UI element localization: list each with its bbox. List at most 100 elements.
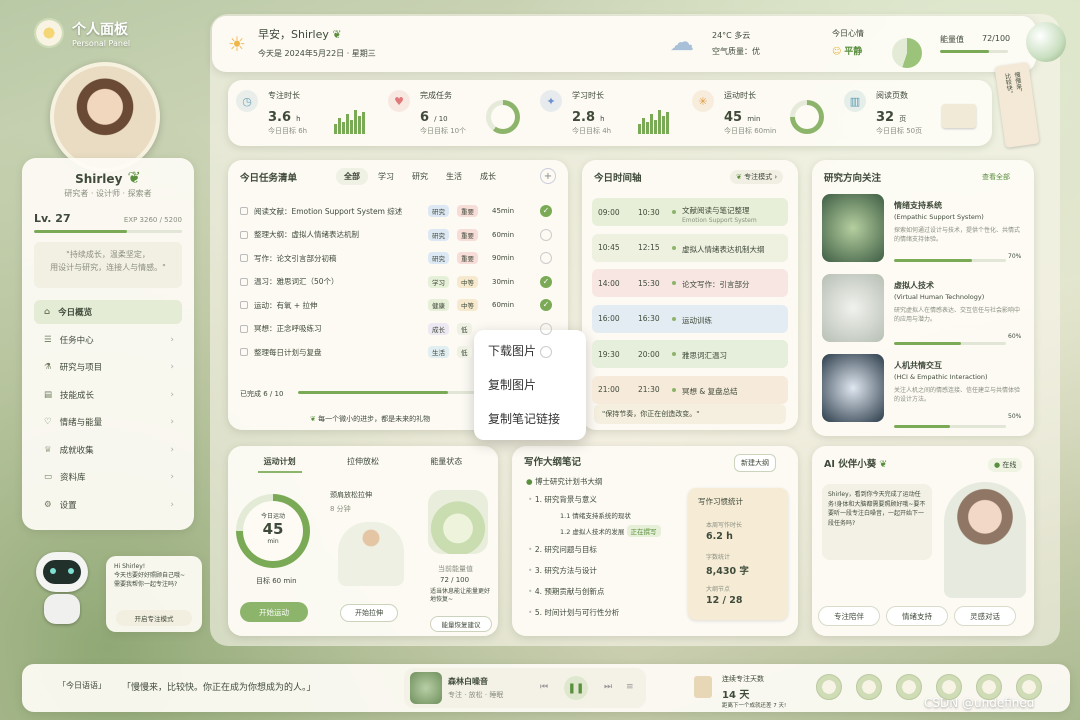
focus-mode-chip[interactable]: ❦ 专注模式 › xyxy=(730,170,784,184)
timeline-start: 21:00 xyxy=(598,385,620,394)
checkbox[interactable] xyxy=(240,254,248,262)
robot[interactable] xyxy=(30,548,94,628)
energy-advice-button[interactable]: 能量恢复建议 xyxy=(430,616,492,632)
achievement-badge[interactable] xyxy=(936,674,962,700)
task-row[interactable]: 温习：雅思词汇（50个） 学习 中等 30min ✓ xyxy=(240,271,558,293)
sidebar-item-label: 技能成长 xyxy=(60,390,95,401)
outline-subitem[interactable]: 1.1 情绪支持系统的现状 xyxy=(560,510,631,520)
research-en: (Virtual Human Technology) xyxy=(894,293,985,301)
sidebar-item-0[interactable]: ⌂ 今日概览 xyxy=(34,300,182,324)
achievement-badge[interactable] xyxy=(816,674,842,700)
task-row[interactable]: 阅读文献：Emotion Support System 综述 研究 重要 45m… xyxy=(240,200,558,222)
context-menu-item-0[interactable]: 下载图片 xyxy=(488,342,536,359)
ai-button-2[interactable]: 灵感对话 xyxy=(954,606,1016,626)
playlist-icon[interactable]: ≡ xyxy=(626,682,634,692)
context-menu-item-2[interactable]: 复制笔记链接 xyxy=(488,410,560,427)
start-stretch-button[interactable]: 开始拉伸 xyxy=(340,604,398,622)
tab-2[interactable]: 研究 xyxy=(404,168,436,185)
task-level: 重要 xyxy=(457,205,478,217)
sidebar-item-6[interactable]: ▭ 资料库 › xyxy=(34,465,182,489)
outline-item[interactable]: • 2. 研究问题与目标 xyxy=(528,544,597,555)
achievement-badge[interactable] xyxy=(976,674,1002,700)
trophy-icon: ♕ xyxy=(44,444,52,455)
sidebar-item-5[interactable]: ♕ 成就收集 › xyxy=(34,438,182,462)
tab-3[interactable]: 生活 xyxy=(438,168,470,185)
exp-text: EXP 3260 / 5200 xyxy=(123,216,182,224)
stat-goal: 今日目标 10个 xyxy=(420,127,467,135)
new-outline-button[interactable]: 新建大纲 xyxy=(734,454,776,472)
timeline-item[interactable]: 21:00 21:30 冥想 & 复盘总结 xyxy=(592,375,788,404)
achievement-badge[interactable] xyxy=(896,674,922,700)
ai-avatar[interactable] xyxy=(944,482,1026,598)
tab-1[interactable]: 学习 xyxy=(370,168,402,185)
avatar[interactable] xyxy=(50,62,160,172)
tab-4[interactable]: 成长 xyxy=(472,168,504,185)
empty-circle-icon[interactable] xyxy=(540,346,552,358)
checkbox[interactable] xyxy=(240,277,248,286)
research-title: 情绪支持系统 xyxy=(894,201,942,210)
outline-item[interactable]: • 4. 预期贡献与创新点 xyxy=(528,586,604,597)
checkbox[interactable] xyxy=(240,348,248,356)
timeline-item[interactable]: 09:00 10:30 文献阅读与笔记整理 Emotion Support Sy… xyxy=(592,198,788,226)
add-task-button[interactable]: + xyxy=(540,168,556,184)
research-thumbnail[interactable] xyxy=(822,354,884,422)
exercise-tab-1[interactable]: 拉伸放松 xyxy=(341,452,385,473)
exercise-tab-0[interactable]: 运动计划 xyxy=(257,452,302,473)
start-exercise-button[interactable]: 开始运动 xyxy=(240,602,308,622)
timeline-item[interactable]: 14:00 15:30 论文写作：引言部分 xyxy=(592,269,788,297)
achievement-badge[interactable] xyxy=(856,674,882,700)
timeline-item[interactable]: 19:30 20:00 雅思词汇温习 xyxy=(592,340,788,368)
task-row[interactable]: 写作：论文引言部分初稿 研究 重要 90min xyxy=(240,247,558,269)
check-circle-icon[interactable]: ✓ xyxy=(540,299,552,311)
leaf-icon: ❦ xyxy=(736,173,742,181)
logo: 个人面板 Personal Panel xyxy=(34,18,130,48)
research-thumbnail[interactable] xyxy=(822,194,884,262)
ai-button-0[interactable]: 专注陪伴 xyxy=(818,606,880,626)
task-row[interactable]: 整理大纲：虚拟人情绪表达机制 研究 重要 60min xyxy=(240,224,558,246)
checkbox[interactable] xyxy=(240,301,248,309)
mood-label: 今日心情 xyxy=(832,29,864,38)
focus-mode-button[interactable]: 开启专注模式 xyxy=(116,610,192,626)
sidebar-item-7[interactable]: ⚙ 设置 › xyxy=(34,493,182,517)
stat-bar xyxy=(650,114,653,134)
research-more-link[interactable]: 查看全部 xyxy=(982,172,1010,182)
music-sub: 专注 · 放松 · 睡眠 xyxy=(448,691,504,699)
sidebar-item-2[interactable]: ⚗ 研究与项目 › xyxy=(34,355,182,379)
outline-item[interactable]: • 3. 研究方法与设计 xyxy=(528,565,597,576)
pause-button[interactable]: ❚❚ xyxy=(564,676,588,700)
check-circle-icon[interactable]: ✓ xyxy=(540,205,552,217)
outline-item[interactable]: • 5. 时间计划与可行性分析 xyxy=(528,607,619,618)
home-icon: ⌂ xyxy=(44,307,51,317)
checkbox[interactable] xyxy=(240,324,248,333)
task-row[interactable]: 冥想：正念呼吸练习 成长 低 xyxy=(240,318,558,340)
checkbox[interactable] xyxy=(240,207,248,215)
checkbox[interactable] xyxy=(240,230,248,239)
timeline-sub: Emotion Support System xyxy=(682,217,757,224)
research-en: (Empathic Support System) xyxy=(894,213,984,221)
timeline-item[interactable]: 10:45 12:15 虚拟人情绪表达机制大纲 xyxy=(592,233,788,262)
previous-icon[interactable]: ⏮ xyxy=(540,682,548,692)
task-row[interactable]: 运动：有氧 + 拉伸 健康 中等 60min ✓ xyxy=(240,294,558,316)
research-title: 虚拟人技术 xyxy=(894,281,934,290)
check-circle-icon[interactable]: ✓ xyxy=(540,275,552,288)
stat-goal: 今日目标 4h xyxy=(572,127,612,135)
context-menu-item-1[interactable]: 复制图片 xyxy=(488,376,536,393)
outline-item[interactable]: • 1. 研究背景与意义 xyxy=(528,494,597,505)
empty-circle-icon[interactable] xyxy=(540,322,552,335)
ai-button-1[interactable]: 情绪支持 xyxy=(886,606,948,626)
sidebar-item-4[interactable]: ♡ 情绪与能量 › xyxy=(34,410,182,434)
exercise-tab-2[interactable]: 能量状态 xyxy=(424,452,468,473)
timeline-item[interactable]: 16:00 16:30 运动训练 xyxy=(592,304,788,333)
music-cover[interactable] xyxy=(410,672,442,704)
outline-subitem[interactable]: 1.2 虚拟人技术的发展 正在撰写 xyxy=(560,525,661,537)
sidebar-item-3[interactable]: ▤ 技能成长 › xyxy=(34,383,182,407)
tab-0[interactable]: 全部 xyxy=(336,168,368,185)
achievement-badge[interactable] xyxy=(1016,674,1042,700)
next-icon[interactable]: ⏭ xyxy=(604,682,612,692)
energy-label: 能量值 xyxy=(940,35,964,44)
stretch-title: 颈肩放松拉伸 xyxy=(330,491,372,499)
sidebar-item-1[interactable]: ☰ 任务中心 › xyxy=(34,328,182,352)
research-thumbnail[interactable] xyxy=(822,274,884,342)
empty-circle-icon[interactable] xyxy=(540,252,552,264)
empty-circle-icon[interactable] xyxy=(540,228,552,241)
